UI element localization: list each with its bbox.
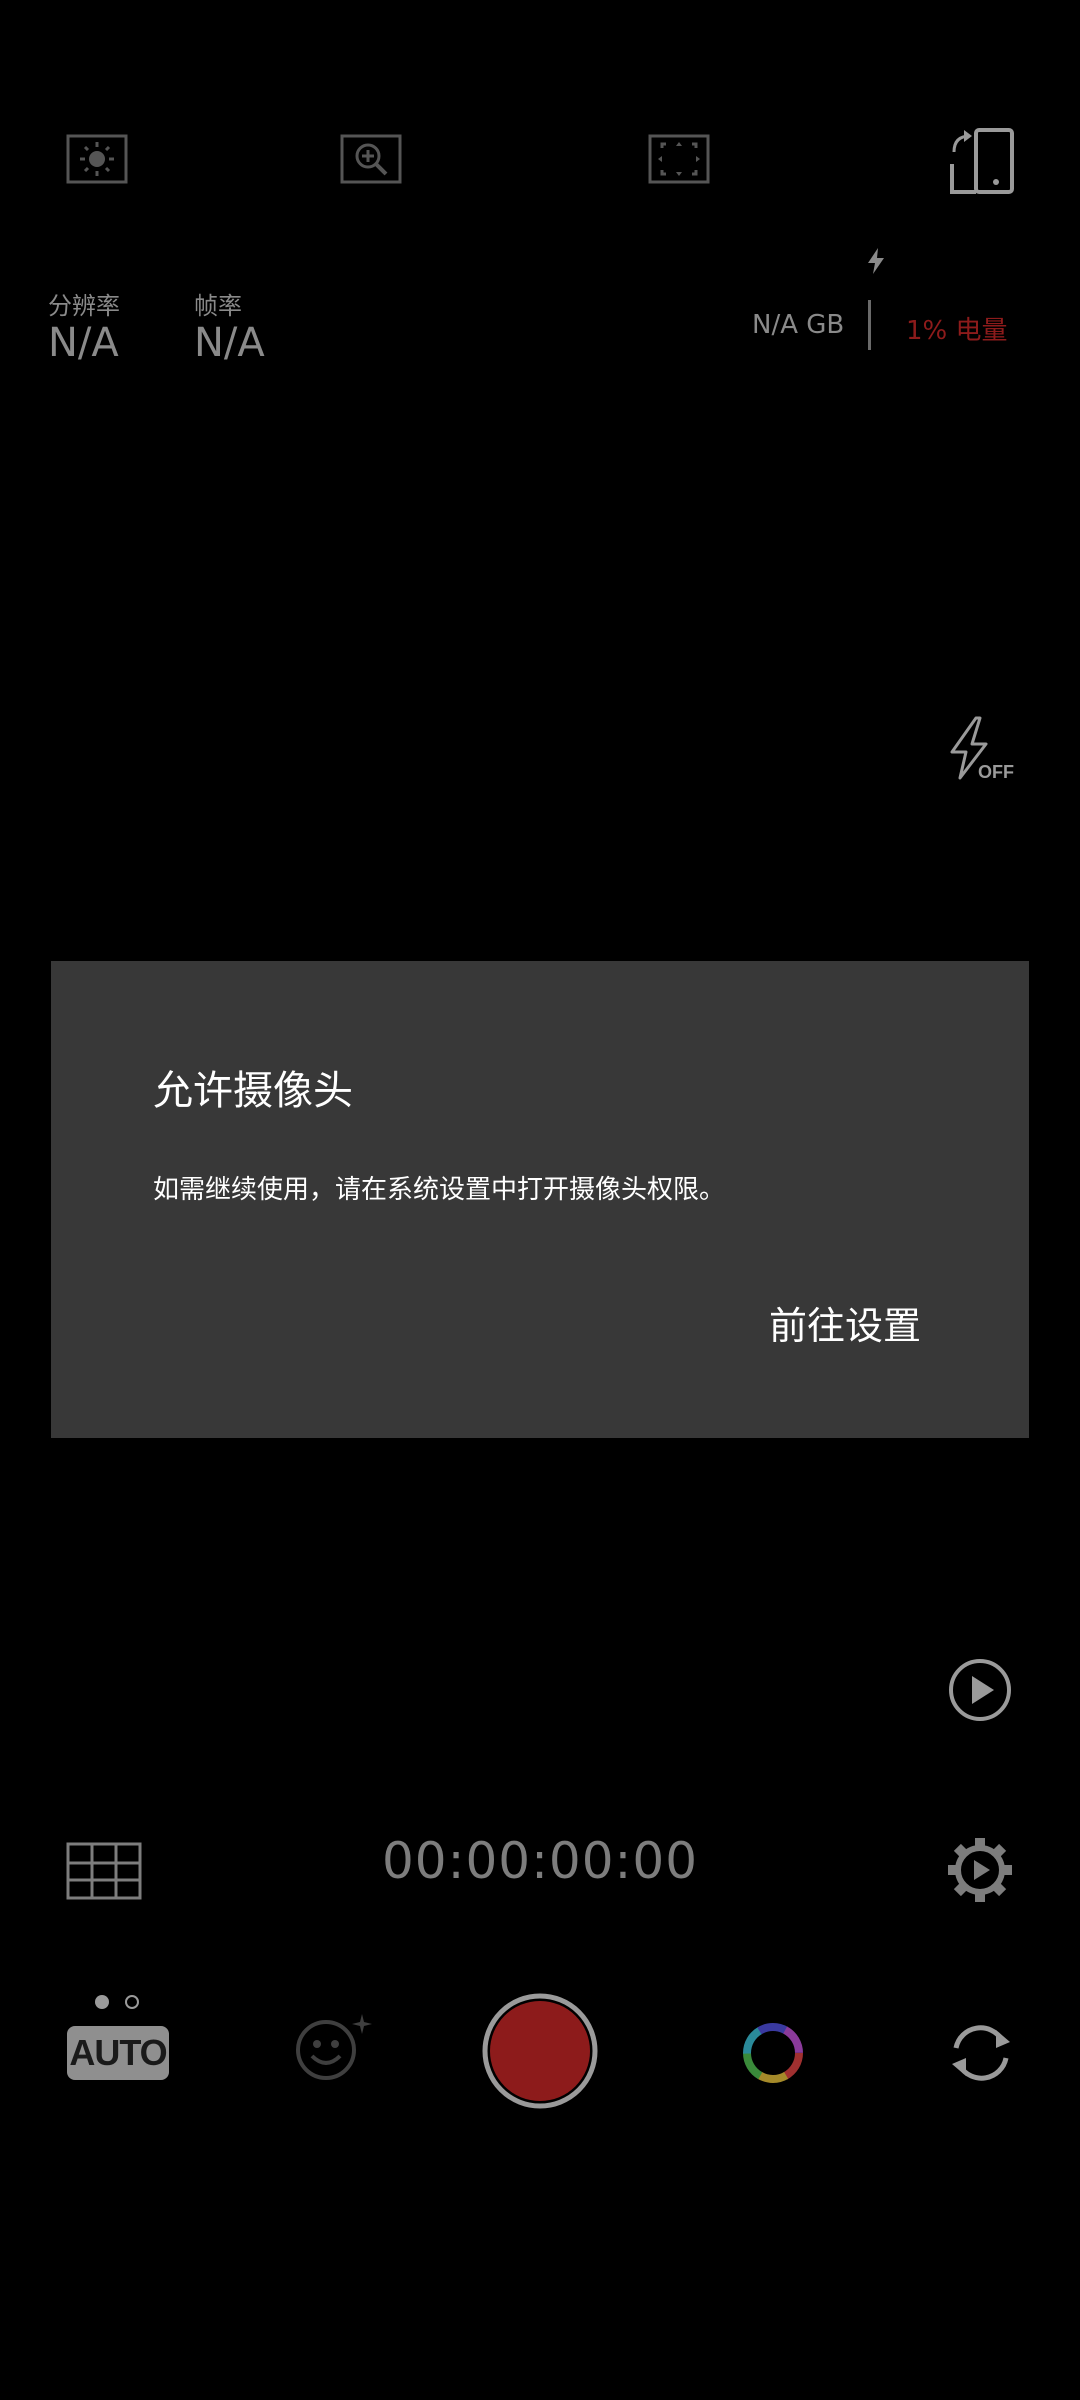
mode-page-indicator: [94, 1994, 142, 2010]
dialog-message: 如需继续使用，请在系统设置中打开摄像头权限。: [153, 1175, 726, 1205]
record-button[interactable]: [482, 1993, 598, 2109]
focus-frame-icon[interactable]: [646, 122, 726, 202]
settings-gear-icon[interactable]: [946, 1836, 1014, 1904]
resolution-label: 分辨率: [48, 292, 120, 320]
dialog-title: 允许摄像头: [153, 1068, 353, 1114]
camera-screen: 分辨率 N/A 帧率 N/A N/A GB 1% 电量 OFF 允许摄像头 如需…: [0, 0, 1080, 2400]
recording-timer: 00:00:00:00: [381, 1832, 699, 1890]
color-filter-icon[interactable]: [740, 2020, 806, 2086]
flash-off-button[interactable]: OFF: [946, 716, 1016, 782]
gallery-play-button[interactable]: [948, 1658, 1012, 1722]
status-divider: [868, 300, 871, 350]
rotate-screen-icon[interactable]: [948, 124, 1018, 204]
zoom-icon[interactable]: [338, 122, 418, 202]
go-to-settings-button[interactable]: 前往设置: [769, 1295, 921, 1350]
storage-indicator: N/A GB: [752, 310, 845, 340]
charging-icon: [866, 248, 886, 274]
resolution-value: N/A: [48, 320, 119, 366]
camera-permission-dialog: 允许摄像头 如需继续使用，请在系统设置中打开摄像头权限。 前往设置: [51, 961, 1029, 1438]
exposure-icon[interactable]: [64, 122, 144, 202]
framerate-label: 帧率: [194, 292, 242, 320]
beauty-face-icon[interactable]: [292, 2012, 376, 2082]
flash-state-label: OFF: [978, 762, 1014, 782]
framerate-value: N/A: [194, 320, 265, 366]
switch-camera-icon[interactable]: [944, 2018, 1018, 2088]
auto-mode-button[interactable]: AUTO: [67, 2026, 169, 2080]
battery-indicator: 1% 电量: [906, 316, 1008, 346]
